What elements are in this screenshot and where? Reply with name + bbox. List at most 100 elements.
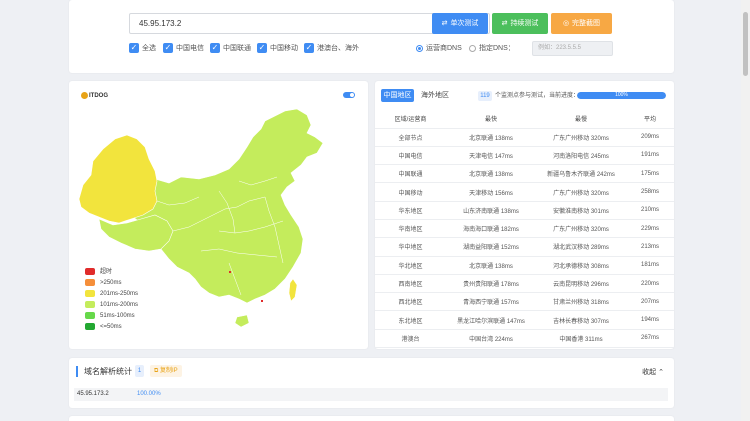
table-cell: 258ms xyxy=(626,182,674,202)
table-cell: 207ms xyxy=(626,292,674,312)
check-overseas[interactable]: ✓ 港澳台、海外 xyxy=(304,43,359,55)
continuous-test-button[interactable]: ⇄ 持续测试 xyxy=(492,13,548,34)
table-cell: 中国联通 xyxy=(375,164,446,184)
column-header: 区域/运营商 xyxy=(375,110,446,129)
table-cell: 天津移动 156ms xyxy=(446,182,536,202)
single-test-button[interactable]: ⇄ 单次测试 xyxy=(432,13,488,34)
table-cell: 西南地区 xyxy=(375,274,446,294)
table-cell: 北京联通 138ms xyxy=(446,128,536,147)
check-label: 中国联通 xyxy=(223,45,251,52)
map-timeout-dot xyxy=(229,271,231,273)
legend-swatch xyxy=(85,278,95,286)
table-cell: 新疆乌鲁木齐联通 242ms xyxy=(536,164,626,184)
map-hainan xyxy=(234,314,250,328)
table-cell: 港澳台 xyxy=(375,329,446,349)
tab-china[interactable]: 中国地区 xyxy=(381,89,414,102)
table-cell: 东北地区 xyxy=(375,310,446,330)
table-cell: 213ms xyxy=(626,237,674,257)
scrollbar-thumb[interactable] xyxy=(743,12,748,76)
table-cell: 中国移动 xyxy=(375,182,446,202)
custom-dns-label: 指定DNS： xyxy=(479,45,515,52)
operator-dns-radio[interactable]: 运营商DNS xyxy=(416,43,462,55)
legend-item-timeout: 超时 xyxy=(85,267,138,278)
table-cell: 吉林长春移动 307ms xyxy=(536,310,626,330)
scrollbar[interactable] xyxy=(741,0,750,421)
table-cell: 175ms xyxy=(626,164,674,184)
table-cell: 194ms xyxy=(626,310,674,330)
check-telecom[interactable]: ✓ 中国电信 xyxy=(163,43,204,55)
table-header-row: 区域/运营商 最快 最慢 平均 xyxy=(375,110,674,129)
table-cell: 青海西宁联通 157ms xyxy=(446,292,536,312)
table-cell: 北京联通 138ms xyxy=(446,256,536,275)
check-all[interactable]: ✓ 全选 xyxy=(129,43,156,55)
legend-label: 101ms-200ms xyxy=(100,302,139,308)
results-table-panel: 中国地区 海外地区 119 个监测点参与测试，当前进度： 100% 区域/运营商… xyxy=(375,81,674,349)
table-cell: 广东广州移动 320ms xyxy=(536,182,626,202)
table-cell: 181ms xyxy=(626,256,674,275)
column-header: 最快 xyxy=(446,110,536,129)
table-row: 中国电信 天津电信 147ms 河南洛阳电信 245ms 191ms xyxy=(375,146,674,166)
table-cell: 华中地区 xyxy=(375,237,446,257)
copy-ip-button[interactable]: ⧉ 复制IP xyxy=(150,365,182,377)
table-cell: 山东济南联通 138ms xyxy=(446,201,536,220)
table-cell: 中国台湾 224ms xyxy=(446,329,536,349)
table-cell: 河北承德移动 308ms xyxy=(536,256,626,275)
table-cell: 中国电信 xyxy=(375,146,446,166)
table-row: 西南地区 贵州贵阳联通 178ms 云南昆明移动 296ms 220ms xyxy=(375,274,674,294)
legend-item-250: >250ms xyxy=(85,278,138,289)
checkbox-icon: ✓ xyxy=(304,43,314,54)
check-label: 中国移动 xyxy=(270,45,298,52)
copy-ip-label: 复制IP xyxy=(159,368,178,374)
check-mobile[interactable]: ✓ 中国移动 xyxy=(257,43,298,55)
next-panel xyxy=(69,416,674,421)
table-row: 中国移动 天津移动 156ms 广东广州移动 320ms 258ms xyxy=(375,182,674,202)
test-controls-panel: 45.95.173.2 × ⇄单次测试 ⇄持续测试 ◎完整截图 ✓全选 ✓中国电… xyxy=(69,0,674,73)
screenshot-button[interactable]: ◎ 完整截图 xyxy=(551,13,612,34)
table-row: 华中地区 湖南益阳联通 152ms 湖北武汉移动 289ms 213ms xyxy=(375,237,674,257)
swap-icon: ⇄ xyxy=(501,20,508,27)
column-header: 最慢 xyxy=(536,110,626,129)
table-row: 东北地区 黑龙江哈尔滨联通 147ms 吉林长春移动 307ms 194ms xyxy=(375,310,674,330)
table-cell: 河南洛阳电信 245ms xyxy=(536,146,626,166)
radio-selected-icon xyxy=(416,44,423,52)
table-cell: 华北地区 xyxy=(375,256,446,275)
tab-overseas[interactable]: 海外地区 xyxy=(421,89,461,102)
table-cell: 天津电信 147ms xyxy=(446,146,536,166)
table-row: 西北地区 青海西宁联通 157ms 甘肃兰州移动 318ms 207ms xyxy=(375,292,674,312)
check-label: 中国电信 xyxy=(176,45,204,52)
section-accent-bar xyxy=(76,366,78,377)
custom-dns-input[interactable]: 例如：223.5.5.5 xyxy=(532,41,613,56)
legend-label: 超时 xyxy=(100,269,113,275)
continuous-test-label: 持续测试 xyxy=(510,20,539,27)
check-unicom[interactable]: ✓ 中国联通 xyxy=(210,43,251,55)
table-cell: 云南昆明移动 296ms xyxy=(536,274,626,294)
legend-swatch xyxy=(85,300,95,308)
target-input-value: 45.95.173.2 xyxy=(139,19,182,28)
table-row: 港澳台 中国台湾 224ms 中国香港 311ms 267ms xyxy=(375,329,674,349)
table-cell: 华南地区 xyxy=(375,219,446,239)
table-cell: 甘肃兰州移动 318ms xyxy=(536,292,626,312)
dns-stats-title: 域名解析统计 xyxy=(84,367,132,376)
map-taiwan xyxy=(288,278,298,302)
table-row: 全部节点 北京联通 138ms 广东广州移动 320ms 209ms xyxy=(375,128,674,147)
table-row: 中国联通 北京联通 138ms 新疆乌鲁木齐联通 242ms 175ms xyxy=(375,164,674,184)
table-cell: 安徽淮南移动 301ms xyxy=(536,201,626,220)
table-cell: 湖南益阳联通 152ms xyxy=(446,237,536,257)
table-cell: 黑龙江哈尔滨联通 147ms xyxy=(446,310,536,330)
dns-result-percent: 100.00% xyxy=(137,391,161,397)
legend-swatch xyxy=(85,267,95,275)
custom-dns-radio[interactable]: 指定DNS： xyxy=(469,43,515,55)
swap-icon: ⇄ xyxy=(441,20,448,27)
legend-label: >250ms xyxy=(100,280,122,286)
results-table: 区域/运营商 最快 最慢 平均 全部节点 北京联通 138ms 广东广州移动 320… xyxy=(375,110,674,349)
collapse-button[interactable]: 收起 ⌃ xyxy=(642,367,664,377)
legend-item-101-200: 101ms-200ms xyxy=(85,300,138,311)
table-cell: 北京联通 138ms xyxy=(446,164,536,184)
table-cell: 全部节点 xyxy=(375,128,446,147)
legend-item-50: <=50ms xyxy=(85,322,138,333)
table-cell: 海南海口联通 182ms xyxy=(446,219,536,239)
legend-label: 51ms-100ms xyxy=(100,313,135,319)
dns-result-ip: 45.95.173.2 xyxy=(77,391,109,397)
table-cell: 中国香港 311ms xyxy=(536,329,626,349)
node-count-badge: 119 xyxy=(478,91,492,101)
